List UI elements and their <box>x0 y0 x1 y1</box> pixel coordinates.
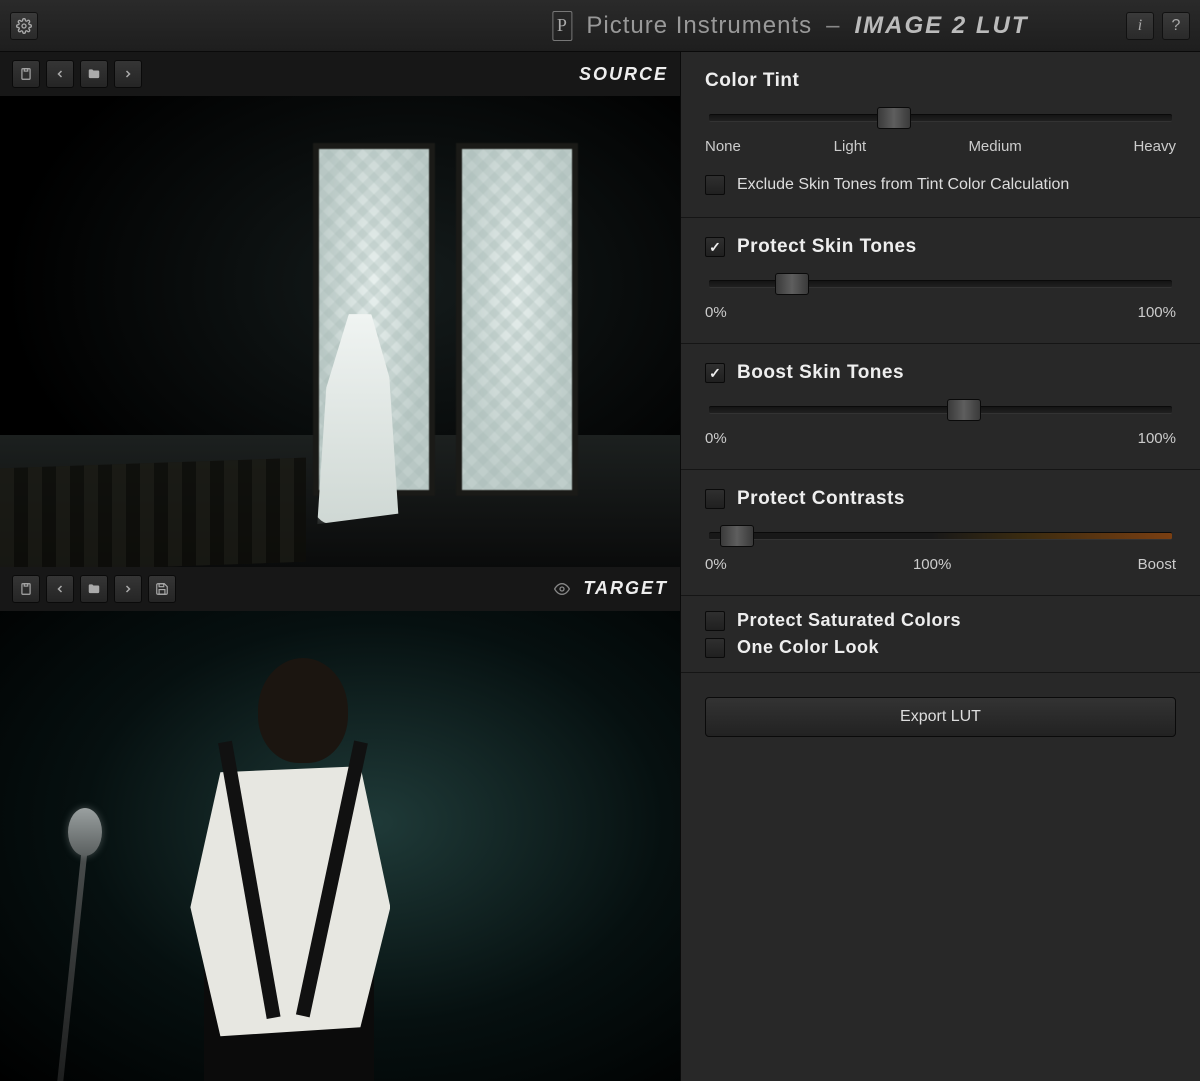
settings-button[interactable] <box>10 12 38 40</box>
brand-name: Picture Instruments <box>586 12 812 40</box>
color-tint-title: Color Tint <box>705 70 1176 92</box>
color-tint-section: Color Tint None Light Medium Heavy Exclu… <box>681 52 1200 218</box>
one-color-look-label: One Color Look <box>737 637 879 658</box>
protect-skin-section: Protect Skin Tones 0% 100% <box>681 218 1200 344</box>
info-button[interactable]: i <box>1126 12 1154 40</box>
target-save-button[interactable] <box>148 575 176 603</box>
protect-skin-slider[interactable] <box>709 280 1172 292</box>
protect-saturated-checkbox[interactable] <box>705 611 725 631</box>
boost-skin-section: Boost Skin Tones 0% 100% <box>681 344 1200 470</box>
info-icon: i <box>1138 17 1142 35</box>
source-folder-button[interactable] <box>80 60 108 88</box>
contrasts-left-label: 0% <box>705 556 727 573</box>
brand-logo-icon: P <box>552 11 572 41</box>
exclude-skin-checkbox[interactable] <box>705 175 725 195</box>
protect-skin-checkbox[interactable] <box>705 237 725 257</box>
product-name: IMAGE 2 LUT <box>854 12 1028 40</box>
boost-skin-checkbox[interactable] <box>705 363 725 383</box>
extra-options-section: Protect Saturated Colors One Color Look <box>681 596 1200 673</box>
protect-skin-thumb[interactable] <box>775 273 809 295</box>
protect-saturated-label: Protect Saturated Colors <box>737 610 961 631</box>
protect-skin-title: Protect Skin Tones <box>737 236 917 258</box>
boost-skin-slider[interactable] <box>709 406 1172 418</box>
tint-stop-light: Light <box>834 138 867 155</box>
boost-skin-thumb[interactable] <box>947 399 981 421</box>
folder-icon <box>87 582 101 596</box>
chevron-right-icon <box>122 582 134 596</box>
source-label: SOURCE <box>579 64 668 85</box>
chevron-right-icon <box>122 67 134 81</box>
app-title: P Picture Instruments – IMAGE 2 LUT <box>552 11 1028 41</box>
target-folder-button[interactable] <box>80 575 108 603</box>
folder-icon <box>87 67 101 81</box>
export-lut-label: Export LUT <box>900 708 981 726</box>
target-load-button[interactable] <box>12 575 40 603</box>
protect-contrasts-section: Protect Contrasts 0% 100% Boost <box>681 470 1200 596</box>
chevron-left-icon <box>54 67 66 81</box>
source-header: SOURCE <box>0 52 680 96</box>
exclude-skin-row[interactable]: Exclude Skin Tones from Tint Color Calcu… <box>705 175 1176 195</box>
one-color-look-checkbox[interactable] <box>705 638 725 658</box>
color-tint-thumb[interactable] <box>877 107 911 129</box>
tint-stop-heavy: Heavy <box>1133 138 1176 155</box>
source-load-button[interactable] <box>12 60 40 88</box>
contrasts-mid-label: 100% <box>913 556 951 573</box>
title-separator: – <box>826 12 840 40</box>
target-label: TARGET <box>583 578 668 599</box>
target-prev-button[interactable] <box>46 575 74 603</box>
exclude-skin-label: Exclude Skin Tones from Tint Color Calcu… <box>737 176 1069 194</box>
tint-stop-none: None <box>705 138 741 155</box>
chevron-left-icon <box>54 582 66 596</box>
protect-contrasts-thumb[interactable] <box>720 525 754 547</box>
save-icon <box>155 582 169 596</box>
source-image <box>0 96 680 567</box>
export-lut-button[interactable]: Export LUT <box>705 697 1176 737</box>
target-next-button[interactable] <box>114 575 142 603</box>
target-header: TARGET <box>0 567 680 611</box>
protect-skin-max: 100% <box>1138 304 1176 321</box>
boost-skin-max: 100% <box>1138 430 1176 447</box>
source-prev-button[interactable] <box>46 60 74 88</box>
protect-contrasts-checkbox[interactable] <box>705 489 725 509</box>
color-tint-slider[interactable] <box>709 114 1172 126</box>
protect-skin-min: 0% <box>705 304 727 321</box>
help-icon: ? <box>1172 17 1181 35</box>
tint-stop-medium: Medium <box>968 138 1021 155</box>
titlebar: P Picture Instruments – IMAGE 2 LUT i ? <box>0 0 1200 52</box>
eye-icon[interactable] <box>551 581 573 597</box>
protect-contrasts-slider[interactable] <box>709 532 1172 544</box>
source-next-button[interactable] <box>114 60 142 88</box>
protect-contrasts-title: Protect Contrasts <box>737 488 905 510</box>
target-image <box>0 611 680 1081</box>
help-button[interactable]: ? <box>1162 12 1190 40</box>
contrasts-right-label: Boost <box>1138 556 1176 573</box>
boost-skin-min: 0% <box>705 430 727 447</box>
boost-skin-title: Boost Skin Tones <box>737 362 904 384</box>
